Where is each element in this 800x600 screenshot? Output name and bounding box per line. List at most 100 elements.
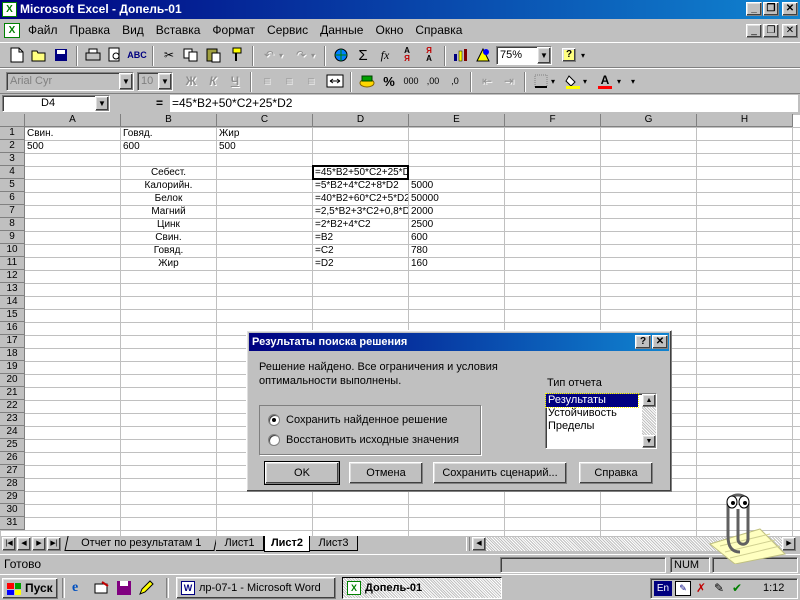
cell-e10[interactable]: 780 xyxy=(409,244,504,257)
pencil-tool-icon[interactable] xyxy=(138,580,154,596)
tab-split-handle[interactable] xyxy=(466,537,470,551)
row-header[interactable]: 22 xyxy=(0,400,25,413)
function-wizard-icon[interactable]: fx xyxy=(374,44,396,66)
formula-equals-label[interactable]: = xyxy=(156,96,163,110)
chevron-down-icon[interactable]: ▼ xyxy=(158,73,172,90)
align-left-icon[interactable]: ≡ xyxy=(256,70,278,92)
menu-format[interactable]: Формат xyxy=(206,20,261,40)
merge-center-icon[interactable] xyxy=(324,70,346,92)
fill-color-dropdown-icon[interactable]: ▾ xyxy=(580,70,590,92)
column-header[interactable]: F xyxy=(505,114,601,127)
chevron-down-icon[interactable]: ▼ xyxy=(95,96,109,111)
cell-e5[interactable]: 5000 xyxy=(409,179,504,192)
cell-b4[interactable]: Себест. xyxy=(121,166,216,179)
task-excel-active[interactable]: X Допель-01 xyxy=(342,577,502,599)
chart-wizard-icon[interactable] xyxy=(450,44,472,66)
cell-b10[interactable]: Говяд. xyxy=(121,244,216,257)
outlook-express-icon[interactable] xyxy=(94,580,110,596)
cell-e6[interactable]: 50000 xyxy=(409,192,504,205)
row-header[interactable]: 1 xyxy=(0,127,25,140)
title-bar[interactable]: X Microsoft Excel - Допель-01 _ ❐ ✕ xyxy=(0,0,800,19)
redo-dropdown-icon[interactable]: ▾ xyxy=(308,44,318,66)
floppy-icon[interactable] xyxy=(116,580,132,596)
bold-button[interactable]: Ж xyxy=(180,70,202,92)
row-header[interactable]: 6 xyxy=(0,192,25,205)
row-header[interactable]: 8 xyxy=(0,218,25,231)
cell-b7[interactable]: Магний xyxy=(121,205,216,218)
task-word[interactable]: W лр-07-1 - Microsoft Word xyxy=(176,577,336,599)
sheet-tab-list2-active[interactable]: Лист2 xyxy=(264,536,310,552)
copy-icon[interactable] xyxy=(180,44,202,66)
start-button[interactable]: Пуск xyxy=(2,578,58,599)
scroll-down-icon[interactable]: ▼ xyxy=(642,435,656,448)
cell-b8[interactable]: Цинк xyxy=(121,218,216,231)
cell-d8[interactable]: =2*B2+4*C2 xyxy=(313,218,408,231)
radio-restore-values[interactable]: Восстановить исходные значения xyxy=(268,434,459,447)
column-header[interactable]: A xyxy=(25,114,121,127)
menu-window[interactable]: Окно xyxy=(369,20,409,40)
cell-e9[interactable]: 600 xyxy=(409,231,504,244)
cell-a1[interactable]: Свин. xyxy=(25,127,120,140)
radio-keep-solution[interactable]: Сохранить найденное решение xyxy=(268,414,448,427)
row-header[interactable]: 20 xyxy=(0,374,25,387)
cell-b11[interactable]: Жир xyxy=(121,257,216,270)
toolbar-options-icon[interactable]: ▾ xyxy=(578,44,588,66)
underline-button[interactable]: Ч xyxy=(224,70,246,92)
menu-file[interactable]: Файл xyxy=(22,20,64,40)
cell-a2[interactable]: 500 xyxy=(25,140,120,153)
align-right-icon[interactable]: ≡ xyxy=(300,70,322,92)
row-header[interactable]: 16 xyxy=(0,322,25,335)
tray-app-icon-2[interactable]: ✗ xyxy=(693,581,709,596)
row-header[interactable]: 24 xyxy=(0,426,25,439)
row-header[interactable]: 25 xyxy=(0,439,25,452)
office-assistant-help-icon[interactable]: ? xyxy=(558,44,580,66)
column-header[interactable]: G xyxy=(601,114,697,127)
italic-button[interactable]: К xyxy=(202,70,224,92)
chevron-down-icon[interactable]: ▼ xyxy=(119,73,133,90)
row-header[interactable]: 5 xyxy=(0,179,25,192)
chevron-down-icon[interactable]: ▼ xyxy=(537,47,551,64)
cell-d7[interactable]: =2,5*B2+3*C2+0,8*D2 xyxy=(313,205,408,218)
report-option-limits[interactable]: Пределы xyxy=(546,420,656,433)
row-header[interactable]: 9 xyxy=(0,231,25,244)
column-header[interactable]: E xyxy=(409,114,505,127)
row-header[interactable]: 10 xyxy=(0,244,25,257)
cell-e11[interactable]: 160 xyxy=(409,257,504,270)
zoom-select[interactable]: 75% ▼ xyxy=(496,46,552,65)
row-header[interactable]: 28 xyxy=(0,478,25,491)
format-painter-icon[interactable] xyxy=(224,44,246,66)
menu-tools[interactable]: Сервис xyxy=(261,20,314,40)
row-header[interactable]: 3 xyxy=(0,153,25,166)
column-header[interactable]: H xyxy=(697,114,793,127)
new-file-icon[interactable] xyxy=(6,44,28,66)
sheet-tab-list3[interactable]: Лист3 xyxy=(310,536,358,551)
listbox-scrollbar[interactable]: ▲ ▼ xyxy=(642,394,656,448)
sort-descending-icon[interactable]: ЯА xyxy=(418,44,440,66)
close-button[interactable]: ✕ xyxy=(782,2,798,16)
row-header[interactable]: 26 xyxy=(0,452,25,465)
save-scenario-button[interactable]: Сохранить сценарий... xyxy=(433,462,567,484)
row-header[interactable]: 14 xyxy=(0,296,25,309)
minimize-button[interactable]: _ xyxy=(746,2,762,16)
menu-insert[interactable]: Вставка xyxy=(150,20,207,40)
row-header[interactable]: 2 xyxy=(0,140,25,153)
office-assistant-clippy[interactable] xyxy=(700,484,790,565)
report-option-results[interactable]: Результаты xyxy=(545,393,639,408)
active-cell[interactable] xyxy=(312,165,409,180)
row-header[interactable]: 18 xyxy=(0,348,25,361)
row-header[interactable]: 13 xyxy=(0,283,25,296)
formula-input[interactable]: =45*B2+50*C2+25*D2 xyxy=(170,95,798,112)
font-color-icon[interactable]: A xyxy=(594,70,616,92)
cancel-button[interactable]: Отмена xyxy=(349,462,423,484)
select-all-corner[interactable] xyxy=(0,114,25,127)
paste-icon[interactable] xyxy=(202,44,224,66)
font-select[interactable]: Arial Cyr ▼ xyxy=(6,72,134,91)
name-box[interactable]: D4 ▼ xyxy=(2,95,110,112)
cell-d10[interactable]: =C2 xyxy=(313,244,408,257)
report-type-listbox[interactable]: Результаты Устойчивость Пределы ▲ ▼ xyxy=(545,393,657,449)
next-sheet-button[interactable]: ▶ xyxy=(32,537,46,551)
column-header[interactable]: C xyxy=(217,114,313,127)
report-option-sensitivity[interactable]: Устойчивость xyxy=(546,407,656,420)
dialog-close-button[interactable]: ✕ xyxy=(652,335,668,349)
row-header[interactable]: 31 xyxy=(0,517,25,530)
